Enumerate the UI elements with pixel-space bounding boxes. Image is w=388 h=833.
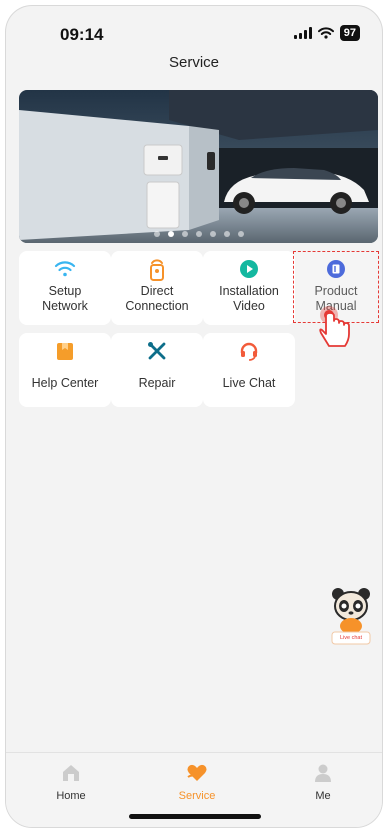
page-title: Service	[168, 54, 220, 71]
battery-icon: 97	[339, 25, 360, 41]
help-center-icon	[57, 343, 73, 360]
tab-me[interactable]: Me	[273, 763, 373, 802]
headset-icon	[240, 342, 258, 361]
banner-image	[19, 90, 378, 243]
status-bar: 09:14 97	[6, 6, 382, 56]
home-indicator	[129, 814, 261, 819]
signal-icon	[293, 27, 312, 39]
carousel-dots[interactable]	[19, 231, 378, 237]
banner-carousel[interactable]	[19, 90, 378, 243]
tile-label-line1: Live Chat	[222, 376, 276, 390]
tab-service-label: Service	[178, 790, 216, 802]
tab-home[interactable]: Home	[21, 763, 121, 802]
repair-tile[interactable]: Repair	[111, 333, 203, 407]
live-chat-tile[interactable]: Live Chat	[203, 333, 295, 407]
tile-label-line2: Video	[233, 299, 265, 313]
carousel-dot[interactable]	[195, 231, 202, 237]
direct-connection-tile[interactable]: Direct Connection	[111, 251, 203, 325]
tile-label-line1: Direct	[140, 284, 174, 298]
hand-pointer-icon	[319, 306, 350, 347]
status-icons: 97	[293, 25, 360, 41]
live-chat-mascot[interactable]: Live chat	[329, 586, 373, 652]
home-icon	[63, 765, 79, 781]
tile-label-line1: Repair	[138, 376, 176, 390]
help-center-tile[interactable]: Help Center	[19, 333, 111, 407]
tile-label-line1: Installation	[219, 284, 279, 298]
play-icon	[240, 260, 258, 278]
phone-screen: 09:14 97 Service Setup Network Direct Co…	[6, 6, 382, 827]
tab-me-label: Me	[315, 790, 331, 802]
carousel-dot[interactable]	[223, 231, 230, 237]
setup-network-tile[interactable]: Setup Network	[19, 251, 111, 325]
tile-label-line1: Help Center	[31, 376, 99, 390]
carousel-dot[interactable]	[167, 231, 174, 237]
carousel-dot[interactable]	[153, 231, 160, 237]
installation-video-tile[interactable]: Installation Video	[203, 251, 295, 325]
tile-label-line2: Network	[42, 299, 88, 313]
tile-label-line1: Setup	[48, 284, 82, 298]
tab-home-label: Home	[56, 790, 86, 802]
carousel-dot[interactable]	[237, 231, 244, 237]
status-time: 09:14	[60, 25, 104, 44]
tab-service[interactable]: Service	[147, 763, 247, 802]
tile-label-line2: Connection	[125, 299, 189, 313]
wifi-status-icon	[317, 27, 334, 39]
wifi-icon	[54, 261, 76, 277]
device-connect-icon	[150, 259, 164, 281]
live-chat-label: Live chat	[339, 635, 362, 641]
service-heart-icon	[187, 764, 207, 781]
carousel-dot[interactable]	[209, 231, 216, 237]
carousel-dot[interactable]	[181, 231, 188, 237]
person-icon	[315, 764, 331, 782]
wrench-screwdriver-icon	[148, 342, 166, 360]
